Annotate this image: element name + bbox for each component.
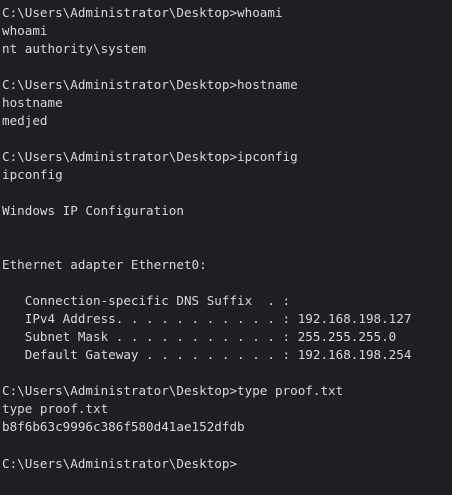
current-prompt: C:\Users\Administrator\Desktop>	[2, 456, 238, 471]
terminal-window[interactable]: C:\Users\Administrator\Desktop>whoami wh…	[0, 0, 452, 495]
current-prompt-line[interactable]: C:\Users\Administrator\Desktop>	[2, 454, 452, 472]
echo-line: type proof.txt	[2, 401, 109, 416]
output-line: Subnet Mask . . . . . . . . . . . : 255.…	[2, 329, 397, 344]
output-line: medjed	[2, 113, 48, 128]
output-line: IPv4 Address. . . . . . . . . . . : 192.…	[2, 311, 412, 326]
prompt-line-type: C:\Users\Administrator\Desktop>type proo…	[2, 383, 344, 398]
output-line: Ethernet adapter Ethernet0:	[2, 257, 207, 272]
prompt-line-whoami: C:\Users\Administrator\Desktop>whoami	[2, 5, 283, 20]
output-line: b8f6b63c9996c386f580d41ae152dfdb	[2, 419, 245, 434]
echo-line: whoami	[2, 23, 48, 38]
output-line: Windows IP Configuration	[2, 203, 184, 218]
output-line: nt authority\system	[2, 41, 147, 56]
output-line: Default Gateway . . . . . . . . . : 192.…	[2, 347, 412, 362]
output-line: Connection-specific DNS Suffix . :	[2, 293, 291, 308]
prompt-line-hostname: C:\Users\Administrator\Desktop>hostname	[2, 77, 298, 92]
prompt-line-ipconfig: C:\Users\Administrator\Desktop>ipconfig	[2, 149, 298, 164]
echo-line: hostname	[2, 95, 63, 110]
echo-line: ipconfig	[2, 167, 63, 182]
